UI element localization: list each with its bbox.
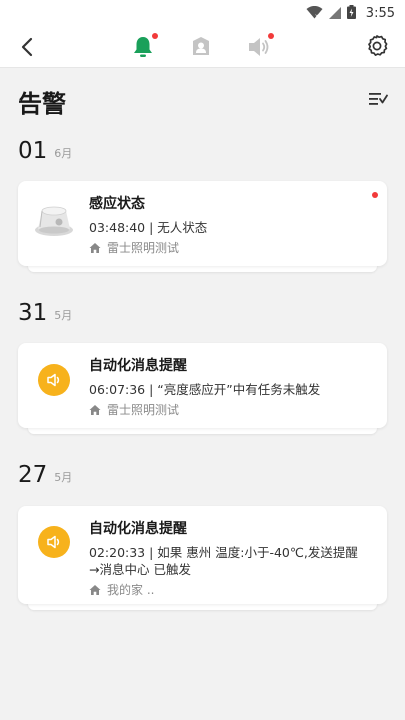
unread-dot <box>372 192 378 198</box>
alert-card-stack: 自动化消息提醒 02:20:33 | 如果 惠州 温度:小于-40℃,发送提醒→… <box>18 506 387 610</box>
svg-text:x: x <box>315 13 319 19</box>
date-month: 5月 <box>54 471 73 484</box>
date-month: 6月 <box>54 147 73 160</box>
alert-card[interactable]: 自动化消息提醒 02:20:33 | 如果 惠州 温度:小于-40℃,发送提醒→… <box>18 506 387 604</box>
tab-broadcast[interactable] <box>244 32 274 62</box>
date-month: 5月 <box>54 309 73 322</box>
alert-detail: 06:07:36 | “亮度感应开”中有任务未触发 <box>89 382 321 397</box>
alert-home: 雷士照明测试 <box>89 402 367 418</box>
alert-home: 我的家 .. <box>89 582 367 598</box>
alert-card[interactable]: 感应状态 03:48:40 | 无人状态 雷士照明测试 <box>18 181 387 266</box>
alert-card-stack: 自动化消息提醒 06:07:36 | “亮度感应开”中有任务未触发 雷士照明测试 <box>18 343 387 434</box>
date-day: 01 <box>18 138 48 164</box>
battery-icon <box>346 4 356 23</box>
home-icon <box>89 405 101 415</box>
date-header: 31 5月 <box>18 300 72 326</box>
date-day: 27 <box>18 462 48 488</box>
alert-home-name: 雷士照明测试 <box>107 403 180 417</box>
settings-button[interactable] <box>365 34 389 58</box>
nav-tabs <box>128 32 278 62</box>
alert-card[interactable]: 自动化消息提醒 06:07:36 | “亮度感应开”中有任务未触发 雷士照明测试 <box>18 343 387 428</box>
alert-card-body: 自动化消息提醒 06:07:36 | “亮度感应开”中有任务未触发 雷士照明测试 <box>89 357 367 418</box>
status-bar: x 3:55 <box>0 0 405 26</box>
tab-contacts[interactable] <box>186 32 216 62</box>
alerts-badge-dot <box>152 33 158 39</box>
tab-alerts[interactable] <box>128 32 158 62</box>
date-header: 01 6月 <box>18 138 72 164</box>
wifi-icon: x <box>306 4 323 23</box>
alert-detail: 02:20:33 | 如果 惠州 温度:小于-40℃,发送提醒→消息中心 已触发 <box>89 545 358 577</box>
filter-list-icon <box>369 93 388 105</box>
date-day: 31 <box>18 300 48 326</box>
alert-title: 自动化消息提醒 <box>89 358 187 374</box>
signal-icon <box>328 4 341 23</box>
home-icon <box>89 243 101 253</box>
alert-title: 自动化消息提醒 <box>89 521 187 537</box>
alert-detail: 03:48:40 | 无人状态 <box>89 220 208 235</box>
page-title: 告警 <box>18 90 66 118</box>
alert-card-body: 自动化消息提醒 02:20:33 | 如果 惠州 温度:小于-40℃,发送提醒→… <box>89 520 367 598</box>
contact-card-icon <box>193 37 209 55</box>
filter-button[interactable] <box>367 88 389 110</box>
gear-icon <box>368 35 388 56</box>
alert-title: 感应状态 <box>89 196 145 212</box>
alert-home: 雷士照明测试 <box>89 240 367 256</box>
chevron-left-icon <box>21 37 33 57</box>
speaker-icon <box>38 364 70 396</box>
alert-home-name: 我的家 .. <box>107 583 155 597</box>
speaker-icon <box>38 526 70 558</box>
broadcast-badge-dot <box>268 33 274 39</box>
top-nav-bar <box>0 26 405 68</box>
status-time: 3:55 <box>365 5 395 21</box>
alert-card-stack: 感应状态 03:48:40 | 无人状态 雷士照明测试 <box>18 181 387 272</box>
home-icon <box>89 585 101 595</box>
back-button[interactable] <box>14 34 40 60</box>
alert-home-name: 雷士照明测试 <box>107 241 180 255</box>
sensor-device-icon <box>32 197 76 245</box>
date-header: 27 5月 <box>18 462 72 488</box>
alert-card-body: 感应状态 03:48:40 | 无人状态 雷士照明测试 <box>89 195 367 256</box>
